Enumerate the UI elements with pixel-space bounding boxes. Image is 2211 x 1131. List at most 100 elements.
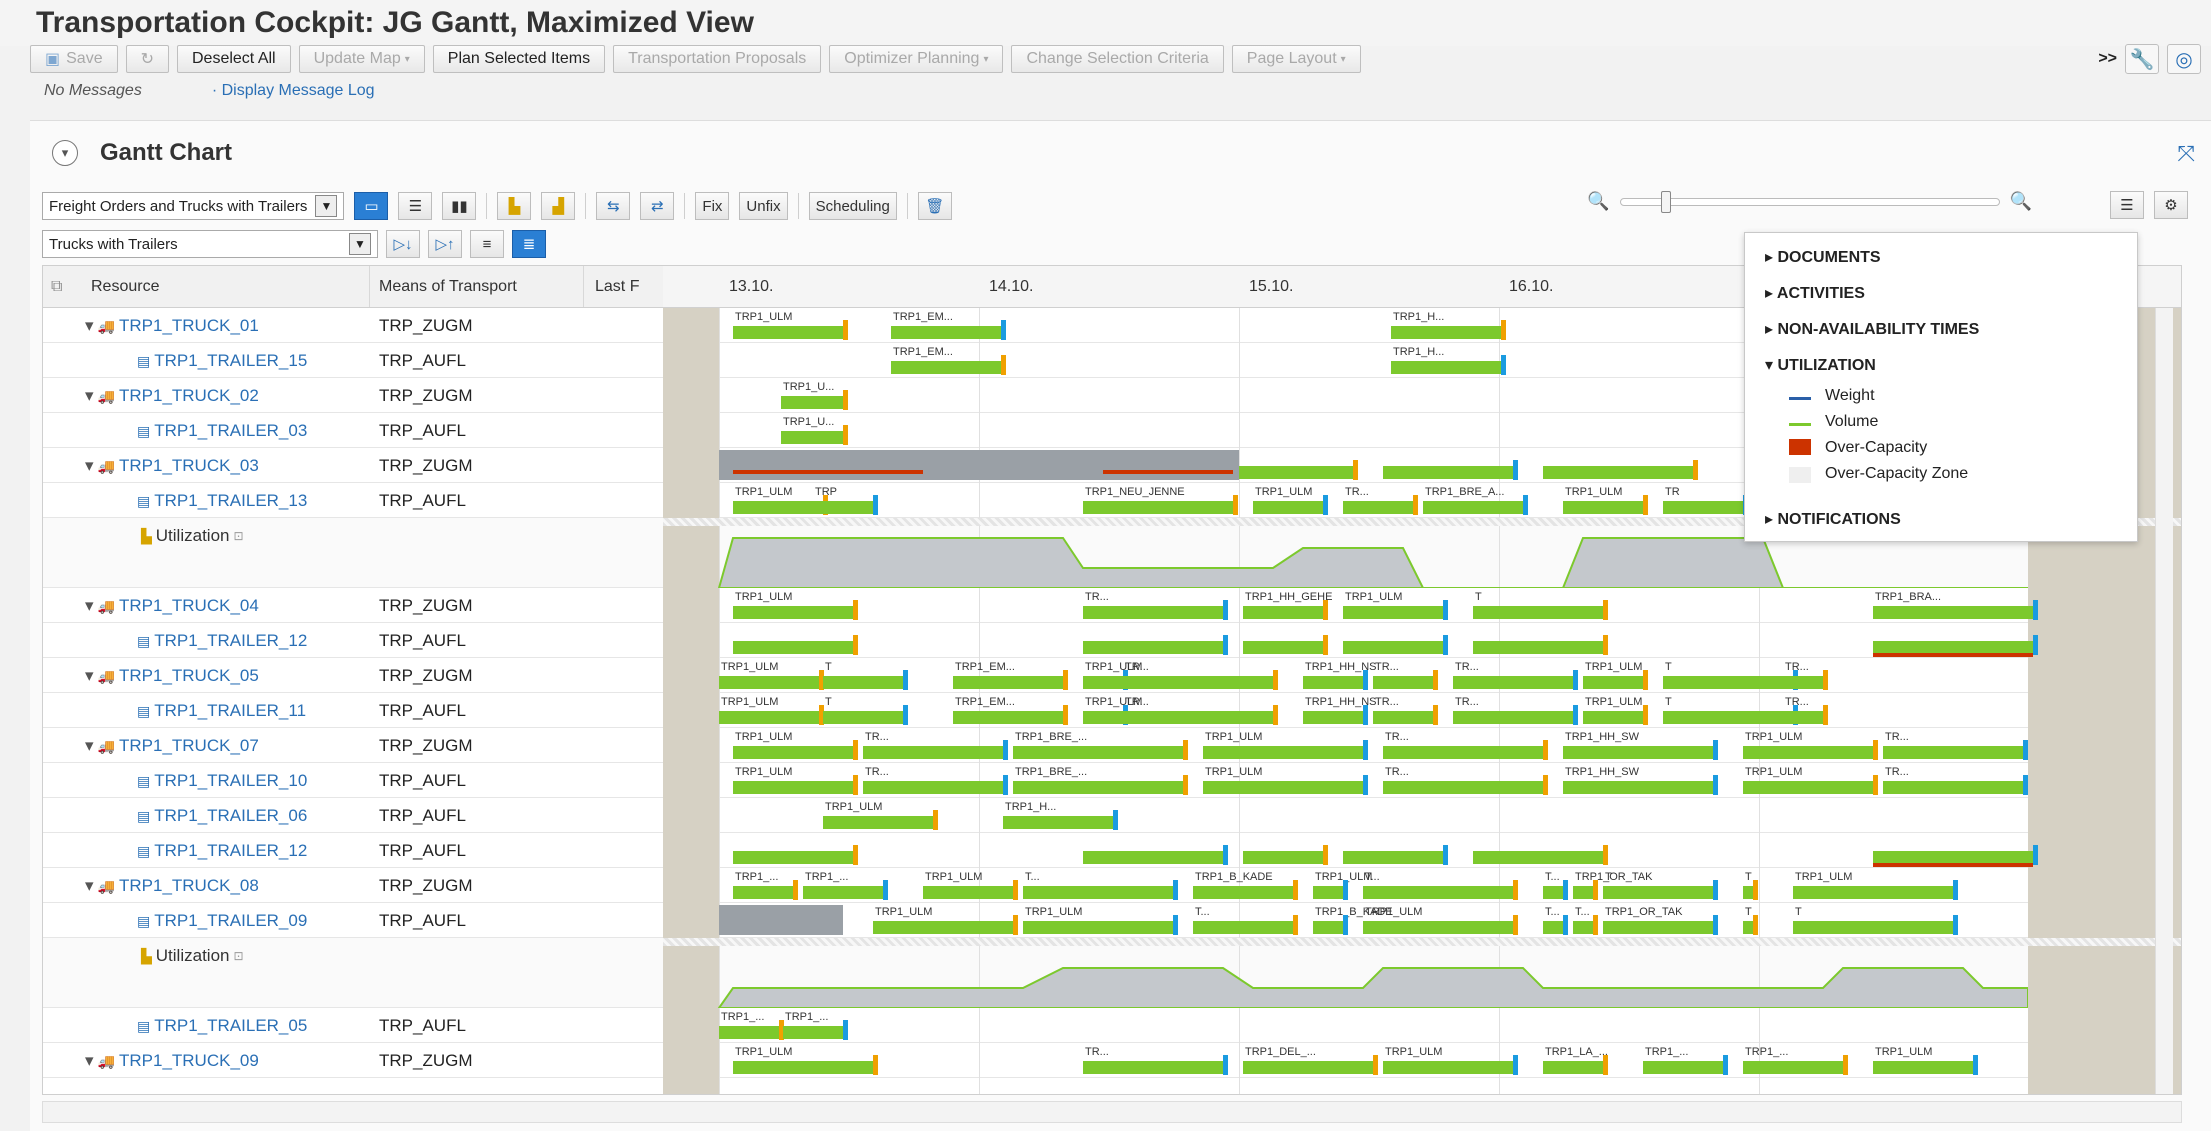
freight-order-bar[interactable]	[1023, 921, 1173, 934]
freight-order-bar[interactable]	[1563, 746, 1713, 759]
freight-order-bar[interactable]	[781, 396, 843, 409]
zoom-slider[interactable]	[1619, 190, 2000, 213]
freight-order-bar[interactable]	[1573, 886, 1593, 899]
freight-order-bar[interactable]	[1243, 641, 1323, 654]
load-button[interactable]: ▙	[497, 192, 532, 220]
zoom-in-icon[interactable]: 🔍	[2010, 191, 2032, 212]
expand-icon[interactable]: ▾	[85, 1051, 94, 1071]
freight-order-bar[interactable]	[891, 361, 1001, 374]
freight-order-bar[interactable]	[1303, 711, 1363, 724]
legend-documents[interactable]: ▸ DOCUMENTS	[1765, 247, 1881, 267]
freight-order-bar[interactable]	[733, 886, 793, 899]
fullscreen-icon[interactable]: ⤧	[2177, 141, 2195, 167]
freight-order-bar[interactable]	[1643, 1061, 1723, 1074]
freight-order-bar[interactable]	[1453, 711, 1573, 724]
resource-name[interactable]: ▤ TRP1_TRAILER_11	[137, 701, 306, 721]
freight-order-bar[interactable]	[1083, 501, 1233, 514]
freight-order-bar[interactable]	[1193, 921, 1293, 934]
legend-button[interactable]: ☰	[2110, 191, 2144, 219]
freight-order-bar[interactable]	[1343, 501, 1413, 514]
more-button[interactable]: >>	[2098, 50, 2117, 68]
freight-order-bar[interactable]	[1391, 361, 1501, 374]
change-selection-criteria-button[interactable]: Change Selection Criteria	[1011, 45, 1224, 73]
freight-order-bar[interactable]	[1743, 781, 1873, 794]
freight-order-bar[interactable]	[1543, 1061, 1603, 1074]
transportation-proposals-button[interactable]: Transportation Proposals	[613, 45, 822, 73]
expand-icon[interactable]: ▾	[85, 876, 94, 896]
save-button[interactable]: ▣ Save	[30, 45, 118, 73]
freight-order-bar[interactable]	[1583, 711, 1643, 724]
page-layout-button[interactable]: Page Layout ▾	[1231, 45, 1361, 73]
popout-icon[interactable]: ⊡	[233, 949, 243, 963]
freight-order-bar[interactable]	[1253, 501, 1323, 514]
collapse-icon[interactable]: ▾	[52, 140, 78, 166]
freight-order-bar[interactable]	[1343, 641, 1443, 654]
freight-order-bar[interactable]	[1543, 921, 1563, 934]
zoom-out-icon[interactable]: 🔍	[1587, 191, 1609, 212]
freight-order-bar[interactable]	[1243, 851, 1323, 864]
legend-notifications[interactable]: ▸ NOTIFICATIONS	[1765, 509, 1901, 529]
freight-order-bar[interactable]	[1873, 1061, 1973, 1074]
freight-order-bar[interactable]	[1543, 886, 1563, 899]
freight-order-bar[interactable]	[1123, 676, 1273, 689]
freight-order-bar[interactable]	[891, 326, 1001, 339]
freight-order-bar[interactable]	[1793, 886, 1953, 899]
settings-button[interactable]: ⚙	[2154, 191, 2188, 219]
freight-order-bar[interactable]	[1083, 1061, 1223, 1074]
freight-order-bar[interactable]	[1373, 711, 1433, 724]
freight-order-bar[interactable]	[1873, 606, 2033, 619]
freight-order-bar[interactable]	[1603, 921, 1713, 934]
sort-descending-button[interactable]: ▷↑	[428, 230, 462, 258]
resource-name[interactable]: ▤ TRP1_TRAILER_13	[137, 491, 307, 511]
freight-order-bar[interactable]	[733, 746, 853, 759]
resource-name[interactable]: ▾ 🚚 TRP1_TRUCK_03	[85, 456, 259, 476]
resource-name[interactable]: ▾ 🚚 TRP1_TRUCK_04	[85, 596, 259, 616]
freight-order-bar[interactable]	[1783, 711, 1823, 724]
expand-icon[interactable]: ▾	[85, 596, 94, 616]
freight-order-bar[interactable]	[823, 816, 933, 829]
freight-order-bar[interactable]	[863, 746, 1003, 759]
horizontal-split-button[interactable]: ☰	[398, 192, 433, 220]
display-message-log-link[interactable]: · Display Message Log	[212, 82, 375, 100]
freight-order-bar[interactable]	[1083, 606, 1223, 619]
freight-order-bar[interactable]	[1203, 746, 1363, 759]
freight-order-bar[interactable]	[1013, 746, 1183, 759]
vertical-scrollbar[interactable]	[2155, 308, 2173, 1094]
freight-order-bar[interactable]	[733, 326, 843, 339]
freight-order-bar[interactable]	[733, 606, 853, 619]
resource-name[interactable]: ▤ TRP1_TRAILER_15	[137, 351, 307, 371]
freight-order-bar[interactable]	[1473, 851, 1603, 864]
freight-order-bar[interactable]	[1423, 501, 1523, 514]
freight-order-bar[interactable]	[1543, 466, 1693, 479]
freight-order-bar[interactable]	[1363, 886, 1513, 899]
resource-name[interactable]: ▤ TRP1_TRAILER_10	[137, 771, 307, 791]
freight-order-bar[interactable]	[873, 921, 1013, 934]
update-map-button[interactable]: Update Map ▾	[298, 45, 425, 73]
freight-order-bar[interactable]	[1303, 676, 1363, 689]
freight-order-bar[interactable]	[953, 676, 1063, 689]
freight-order-bar[interactable]	[719, 711, 819, 724]
expand-icon[interactable]: ▾	[85, 736, 94, 756]
resource-name[interactable]: ▾ 🚚 TRP1_TRUCK_07	[85, 736, 259, 756]
scheduling-button[interactable]: Scheduling	[808, 192, 897, 220]
wrench-button[interactable]: 🔧	[2125, 44, 2159, 74]
freight-order-bar[interactable]	[1313, 921, 1343, 934]
freight-order-bar[interactable]	[733, 501, 823, 514]
freight-order-bar[interactable]	[803, 886, 883, 899]
freight-order-bar[interactable]	[1123, 711, 1273, 724]
freight-order-bar[interactable]	[1783, 676, 1823, 689]
freight-order-bar[interactable]	[1383, 1061, 1513, 1074]
freight-order-bar[interactable]	[1083, 851, 1223, 864]
view-select[interactable]: Freight Orders and Trucks with Trailers ▼	[42, 192, 345, 220]
freight-order-bar[interactable]	[863, 781, 1003, 794]
freight-order-bar[interactable]	[1453, 676, 1573, 689]
delete-button[interactable]: 🗑	[917, 192, 952, 220]
horizontal-scrollbar[interactable]	[42, 1101, 2182, 1123]
resource-name[interactable]: ▤ TRP1_TRAILER_03	[137, 421, 307, 441]
fix-button[interactable]: Fix	[695, 192, 730, 220]
single-view-button[interactable]: ▭	[354, 192, 389, 220]
collapse-all-button[interactable]: ≡	[470, 230, 504, 258]
resource-select[interactable]: Trucks with Trailers ▼	[42, 230, 378, 258]
freight-order-bar[interactable]	[1223, 466, 1353, 479]
freight-order-bar[interactable]	[1203, 781, 1363, 794]
